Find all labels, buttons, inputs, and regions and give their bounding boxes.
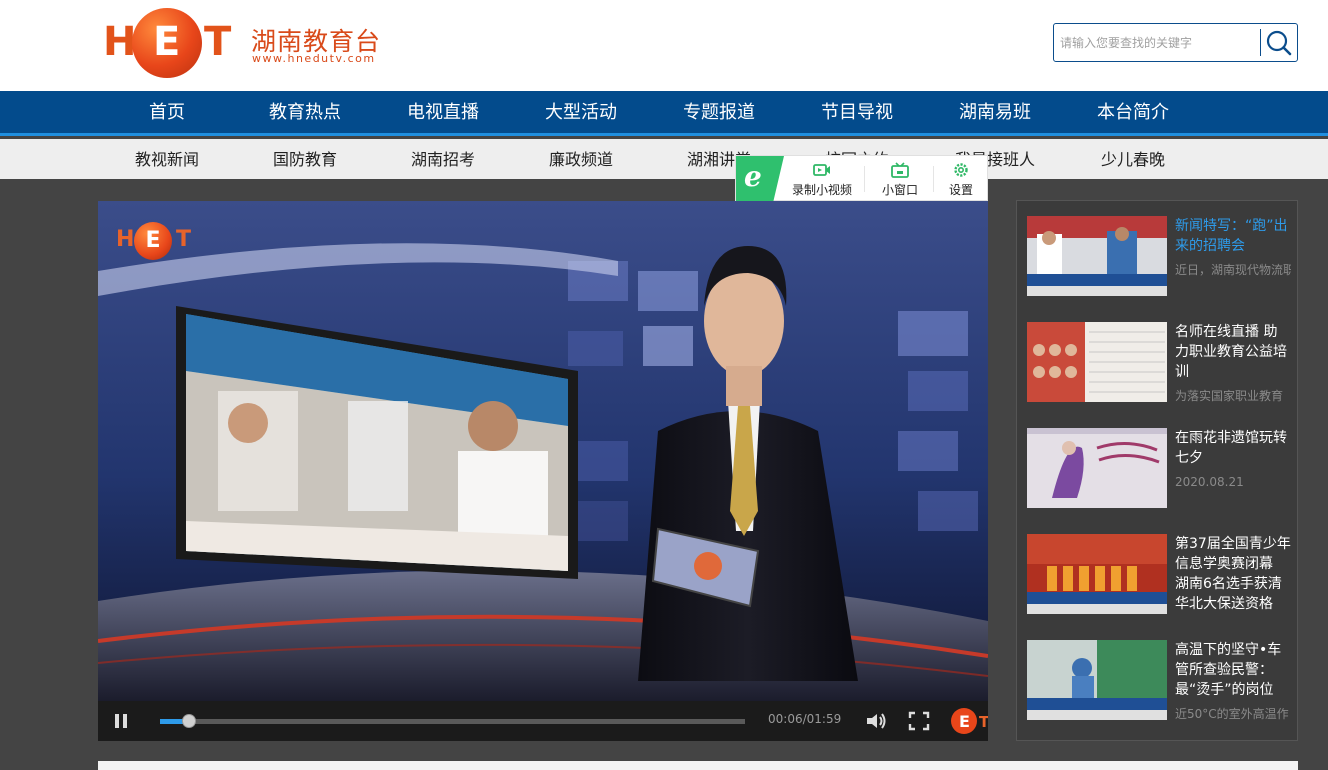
browser-e-icon[interactable]: e [736,156,784,201]
site-header: H E T 湖南教育台 www.hnedutv.com [0,0,1328,91]
news-thumbnail [1027,428,1167,508]
mini-window-label: 小窗口 [881,183,918,197]
player-controls: 00:06/01:59 E T [98,701,988,741]
news-summary: 近日，湖南现代物流职院召开了一场特殊 [1175,263,1291,277]
news-summary: 近50°C的室外高温作 [1175,707,1289,721]
video-watermark: H E T [116,220,206,264]
nav-item-live-tv[interactable]: 电视直播 [374,91,512,133]
video-frame [98,201,988,701]
svg-text:T: T [979,713,988,731]
news-date: 2020.08.21 [1175,475,1244,489]
volume-button[interactable] [864,710,888,732]
search-input[interactable] [1054,24,1259,61]
search-button[interactable] [1263,27,1295,59]
pause-button[interactable] [110,710,132,732]
news-item[interactable]: 第37届全国青少年信息学奥赛闭幕 湖南6名选手获清华北大保送资格 [1027,534,1291,616]
video-tool-popup: e 录制小视频 小窗口 设置 [735,155,988,201]
subnav-item-news[interactable]: 教视新闻 [98,139,236,179]
news-title[interactable]: 新闻特写：“跑”出来的招聘会 [1175,216,1291,256]
het-logo-icon: E T [951,708,988,734]
search-box [1053,23,1298,62]
news-item[interactable]: 新闻特写：“跑”出来的招聘会 近日，湖南现代物流职院召开了一场特殊 [1027,216,1291,298]
news-thumbnail [1027,216,1167,296]
news-title[interactable]: 名师在线直播 助力职业教育公益培训 [1175,322,1291,382]
svg-text:E: E [959,712,970,731]
player-logo: E T [944,705,988,737]
mini-window-button[interactable]: 小窗口 [871,156,929,201]
news-title[interactable]: 第37届全国青少年信息学奥赛闭幕 湖南6名选手获清华北大保送资格 [1175,534,1291,614]
news-thumbnail [1027,534,1167,614]
fullscreen-button[interactable] [907,710,931,732]
news-thumbnail [1027,640,1167,720]
main-nav: 首页 教育热点 电视直播 大型活动 专题报道 节目导视 湖南易班 本台简介 [0,91,1328,136]
site-logo[interactable]: H E T 湖南教育台 www.hnedutv.com [103,8,383,78]
news-item[interactable]: 在雨花非遗馆玩转七夕 2020.08.21 [1027,428,1289,510]
nav-item-home[interactable]: 首页 [98,91,236,133]
subnav-item-admissions[interactable]: 湖南招考 [374,139,512,179]
news-list: 新闻特写：“跑”出来的招聘会 近日，湖南现代物流职院召开了一场特殊 名师在线直播… [1016,200,1298,741]
pause-icon [115,714,127,728]
settings-button[interactable]: 设置 [939,156,983,201]
news-title[interactable]: 高温下的坚守•车管所查验民警：最“烫手”的岗位 [1175,640,1291,700]
mini-window-icon [891,162,909,178]
nav-item-program-guide[interactable]: 节目导视 [788,91,926,133]
nav-item-hot-topics[interactable]: 教育热点 [236,91,374,133]
search-divider [1260,29,1261,56]
watermark-letter-e: E [134,222,172,260]
video-player[interactable]: H E T 00:06/01:59 E T [98,201,988,741]
fullscreen-icon [908,711,930,731]
watermark-letter-h: H [116,227,135,252]
watermark-letter-t: T [176,227,192,252]
toolbar-divider [933,166,934,192]
subnav-item-defense[interactable]: 国防教育 [236,139,374,179]
news-title[interactable]: 在雨花非遗馆玩转七夕 [1175,428,1291,468]
news-summary: 为落实国家职业教育 [1175,389,1284,403]
content-area-top [98,761,1298,770]
sub-nav: 教视新闻 国防教育 湖南招考 廉政频道 湖湘讲堂 校园之约 我是接班人 少儿春晚 [0,139,1328,179]
nav-item-events[interactable]: 大型活动 [512,91,650,133]
subnav-item-integrity[interactable]: 廉政频道 [512,139,650,179]
progress-bar[interactable] [160,714,745,728]
brand-url: www.hnedutv.com [252,52,376,65]
settings-label: 设置 [948,183,973,197]
nav-item-about[interactable]: 本台简介 [1064,91,1202,133]
nav-item-features[interactable]: 专题报道 [650,91,788,133]
speaker-icon [867,713,886,729]
subnav-item-kids-gala[interactable]: 少儿春晚 [1064,139,1202,179]
record-video-button[interactable]: 录制小视频 [786,156,858,201]
time-display: 00:06/01:59 [768,712,842,726]
news-item[interactable]: 高温下的坚守•车管所查验民警：最“烫手”的岗位 近50°C的室外高温作 [1027,640,1289,722]
news-thumbnail [1027,322,1167,402]
toolbar-divider [864,166,865,192]
record-video-icon [813,164,830,176]
gear-icon [954,163,968,177]
logo-letter-e: E [153,19,181,65]
search-icon [1266,30,1292,56]
news-item[interactable]: 名师在线直播 助力职业教育公益培训 为落实国家职业教育 [1027,322,1289,404]
record-video-label: 录制小视频 [791,183,852,197]
logo-e-circle: E [132,8,202,78]
nav-item-yiban[interactable]: 湖南易班 [926,91,1064,133]
logo-letter-t: T [204,19,232,65]
progress-handle[interactable] [182,714,197,728]
